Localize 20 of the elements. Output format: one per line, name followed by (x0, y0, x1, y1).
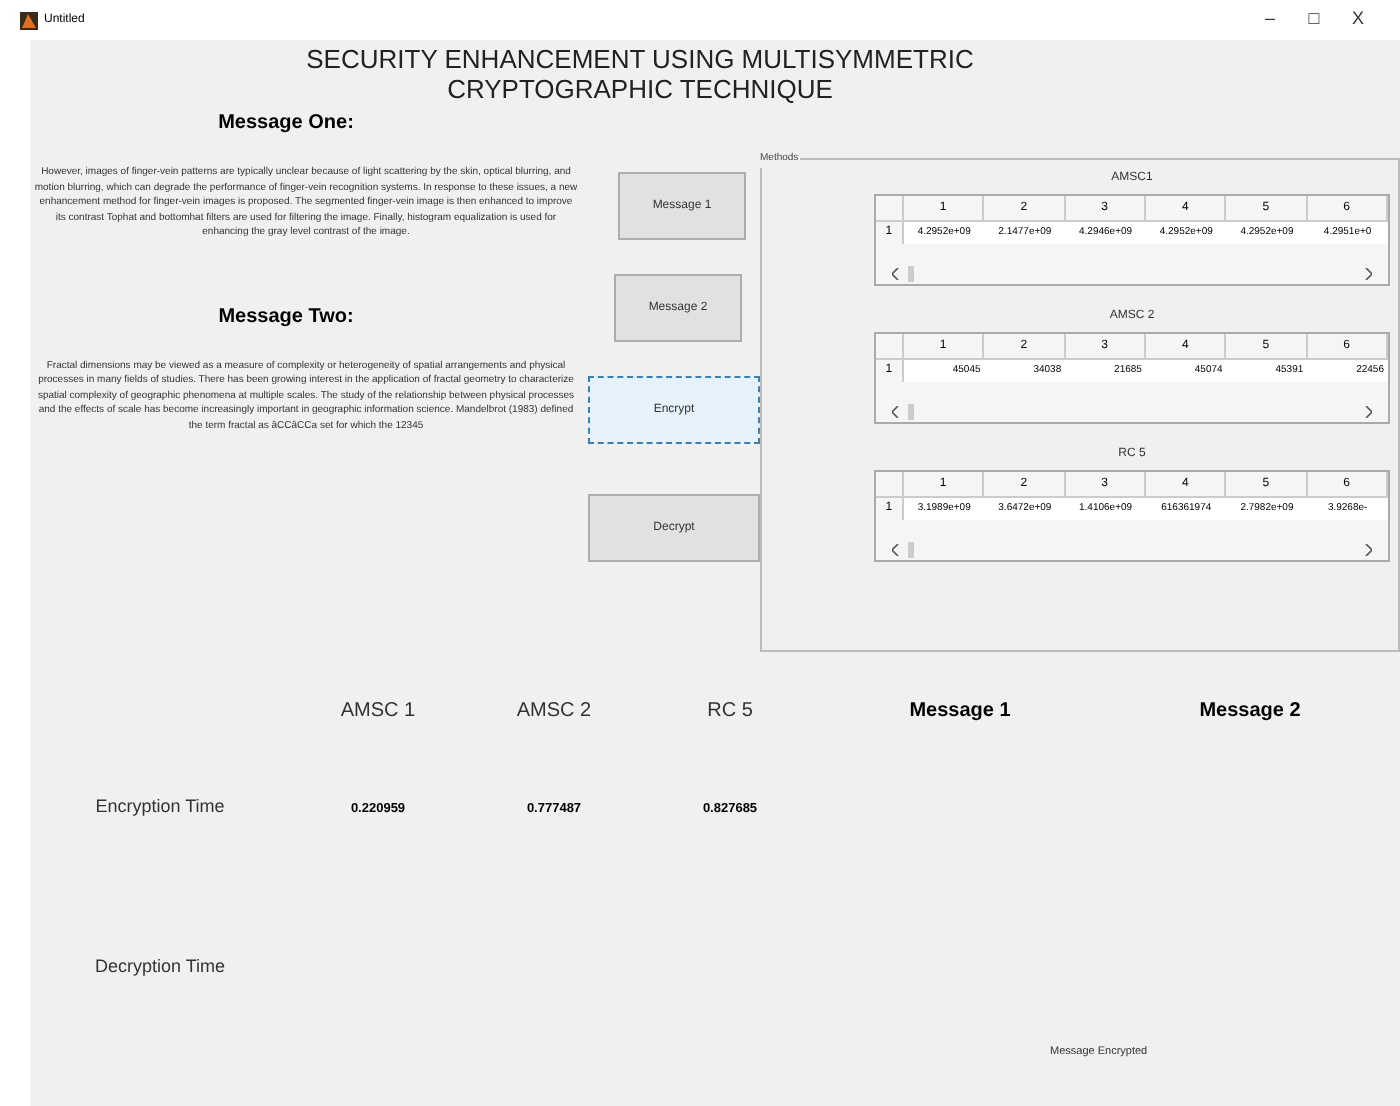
scroll-right-icon[interactable] (1364, 543, 1372, 555)
message-label: Message One: (218, 110, 354, 138)
scroll-right-icon[interactable] (1364, 267, 1372, 279)
message-label: Message Two: (218, 303, 354, 331)
column-heading: AMSC 1 (338, 698, 418, 726)
maximize-button[interactable]: □ (1292, 6, 1336, 34)
row-label: Decryption Time (92, 953, 228, 980)
column-heading: AMSC 2 (514, 698, 594, 726)
page-heading: SECURITY ENHANCEMENT USING MULTISYMMETRIC CRYPTOGRAPHIC TECHNIQUE (304, 44, 976, 104)
scroll-left-icon[interactable] (892, 543, 900, 555)
scroll-left-icon[interactable] (892, 267, 900, 279)
column-heading: Message 2 (1197, 698, 1303, 726)
scroll-right-icon[interactable] (1364, 405, 1372, 417)
close-button[interactable]: X (1336, 6, 1380, 34)
scroll-left-icon[interactable] (892, 405, 900, 417)
minimize-button[interactable]: – (1248, 6, 1292, 34)
column-heading: RC 5 (705, 698, 755, 726)
row-label: Encryption Time (93, 794, 227, 820)
column-heading: Message 1 (907, 698, 1013, 726)
app-icon (20, 11, 38, 29)
